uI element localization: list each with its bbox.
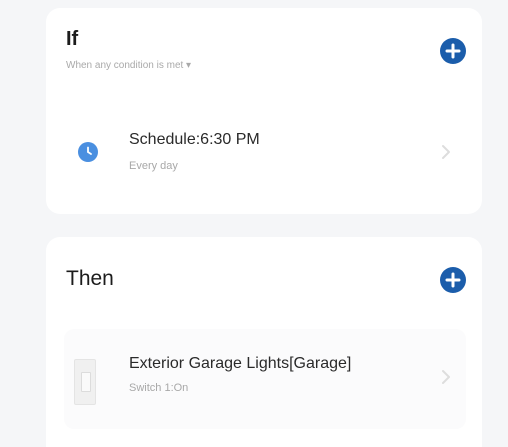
condition-subtitle: Every day	[129, 160, 178, 172]
schedule-condition-row[interactable]: Schedule:6:30 PM Every day	[64, 108, 466, 194]
add-action-button[interactable]	[440, 267, 466, 293]
plus-circle-icon	[445, 272, 461, 288]
wall-switch-icon	[74, 359, 96, 405]
action-subtitle: Switch 1:On	[129, 382, 189, 394]
plus-circle-icon	[445, 43, 461, 59]
clock-icon	[78, 142, 98, 162]
then-section-title: Then	[66, 267, 114, 290]
condition-match-selector[interactable]: When any condition is met ▾	[66, 60, 191, 71]
device-action-row[interactable]: Exterior Garage Lights[Garage] Switch 1:…	[64, 329, 466, 429]
action-title: Exterior Garage Lights[Garage]	[129, 355, 352, 372]
chevron-right-icon	[442, 370, 450, 384]
then-card: Then Exterior Garage Lights[Garage] Swit…	[46, 237, 482, 447]
if-section-title: If	[66, 28, 79, 50]
add-condition-button[interactable]	[440, 38, 466, 64]
chevron-right-icon	[442, 145, 450, 159]
condition-title: Schedule:6:30 PM	[129, 131, 260, 148]
if-card: If When any condition is met ▾ Schedule:…	[46, 8, 482, 214]
